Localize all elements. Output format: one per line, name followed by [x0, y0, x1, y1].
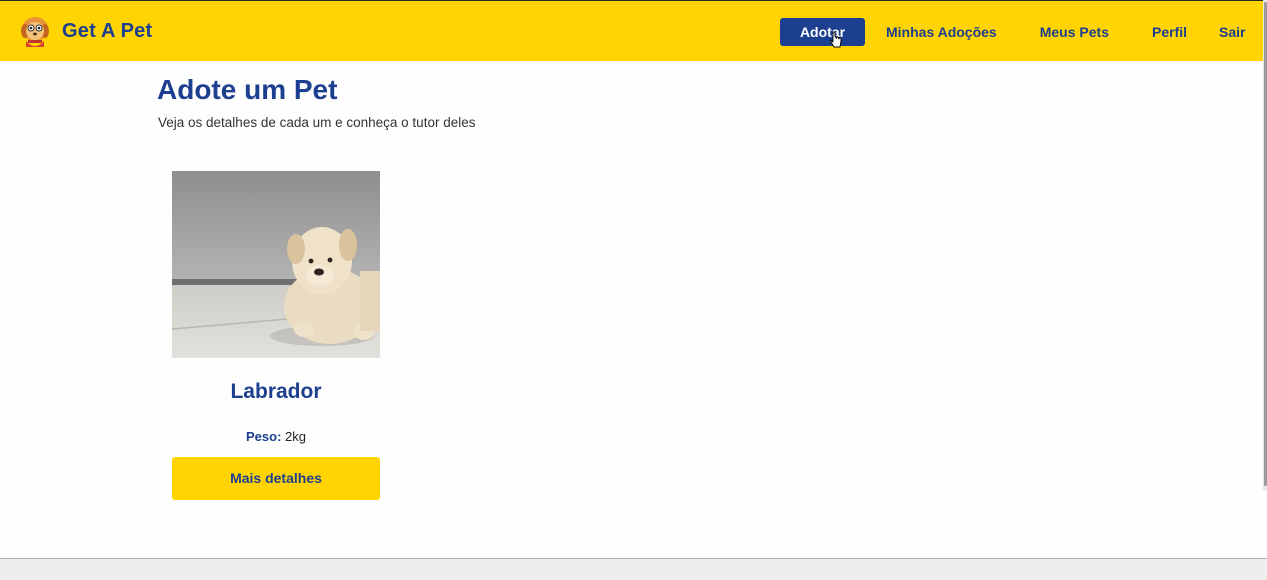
nav-item-meus-pets[interactable]: Meus Pets [1040, 18, 1109, 46]
pet-card: Labrador Peso: 2kg Mais detalhes [172, 171, 380, 500]
app-window: Get A Pet Adotar Minhas Adoções Meus Pet… [0, 0, 1267, 580]
nav-item-perfil[interactable]: Perfil [1152, 18, 1187, 46]
main-nav: Adotar Minhas Adoções Meus Pets Perfil S… [780, 18, 1245, 46]
labrador-puppy-photo [172, 171, 380, 358]
brand-name: Get A Pet [62, 19, 153, 42]
brand-link[interactable]: Get A Pet [18, 13, 152, 49]
pet-weight-value: 2kg [285, 429, 306, 444]
page-scrollbar[interactable] [1263, 0, 1267, 490]
footer-band [0, 558, 1267, 580]
navbar: Get A Pet Adotar Minhas Adoções Meus Pet… [0, 0, 1267, 61]
page-title: Adote um Pet [157, 74, 338, 105]
hand-cursor-icon [830, 31, 842, 48]
nav-item-sair[interactable]: Sair [1219, 18, 1245, 46]
pet-name: Labrador [230, 380, 322, 403]
pet-weight-label: Peso: [246, 429, 282, 444]
pet-weight: Peso: 2kg [172, 429, 380, 444]
page-subtitle: Veja os detalhes de cada um e conheça o … [158, 115, 476, 130]
nav-item-adotar[interactable]: Adotar [780, 18, 865, 46]
details-button[interactable]: Mais detalhes [172, 457, 380, 500]
dog-logo-icon [21, 17, 49, 47]
nav-item-minhas-adocoes[interactable]: Minhas Adoções [886, 18, 997, 46]
